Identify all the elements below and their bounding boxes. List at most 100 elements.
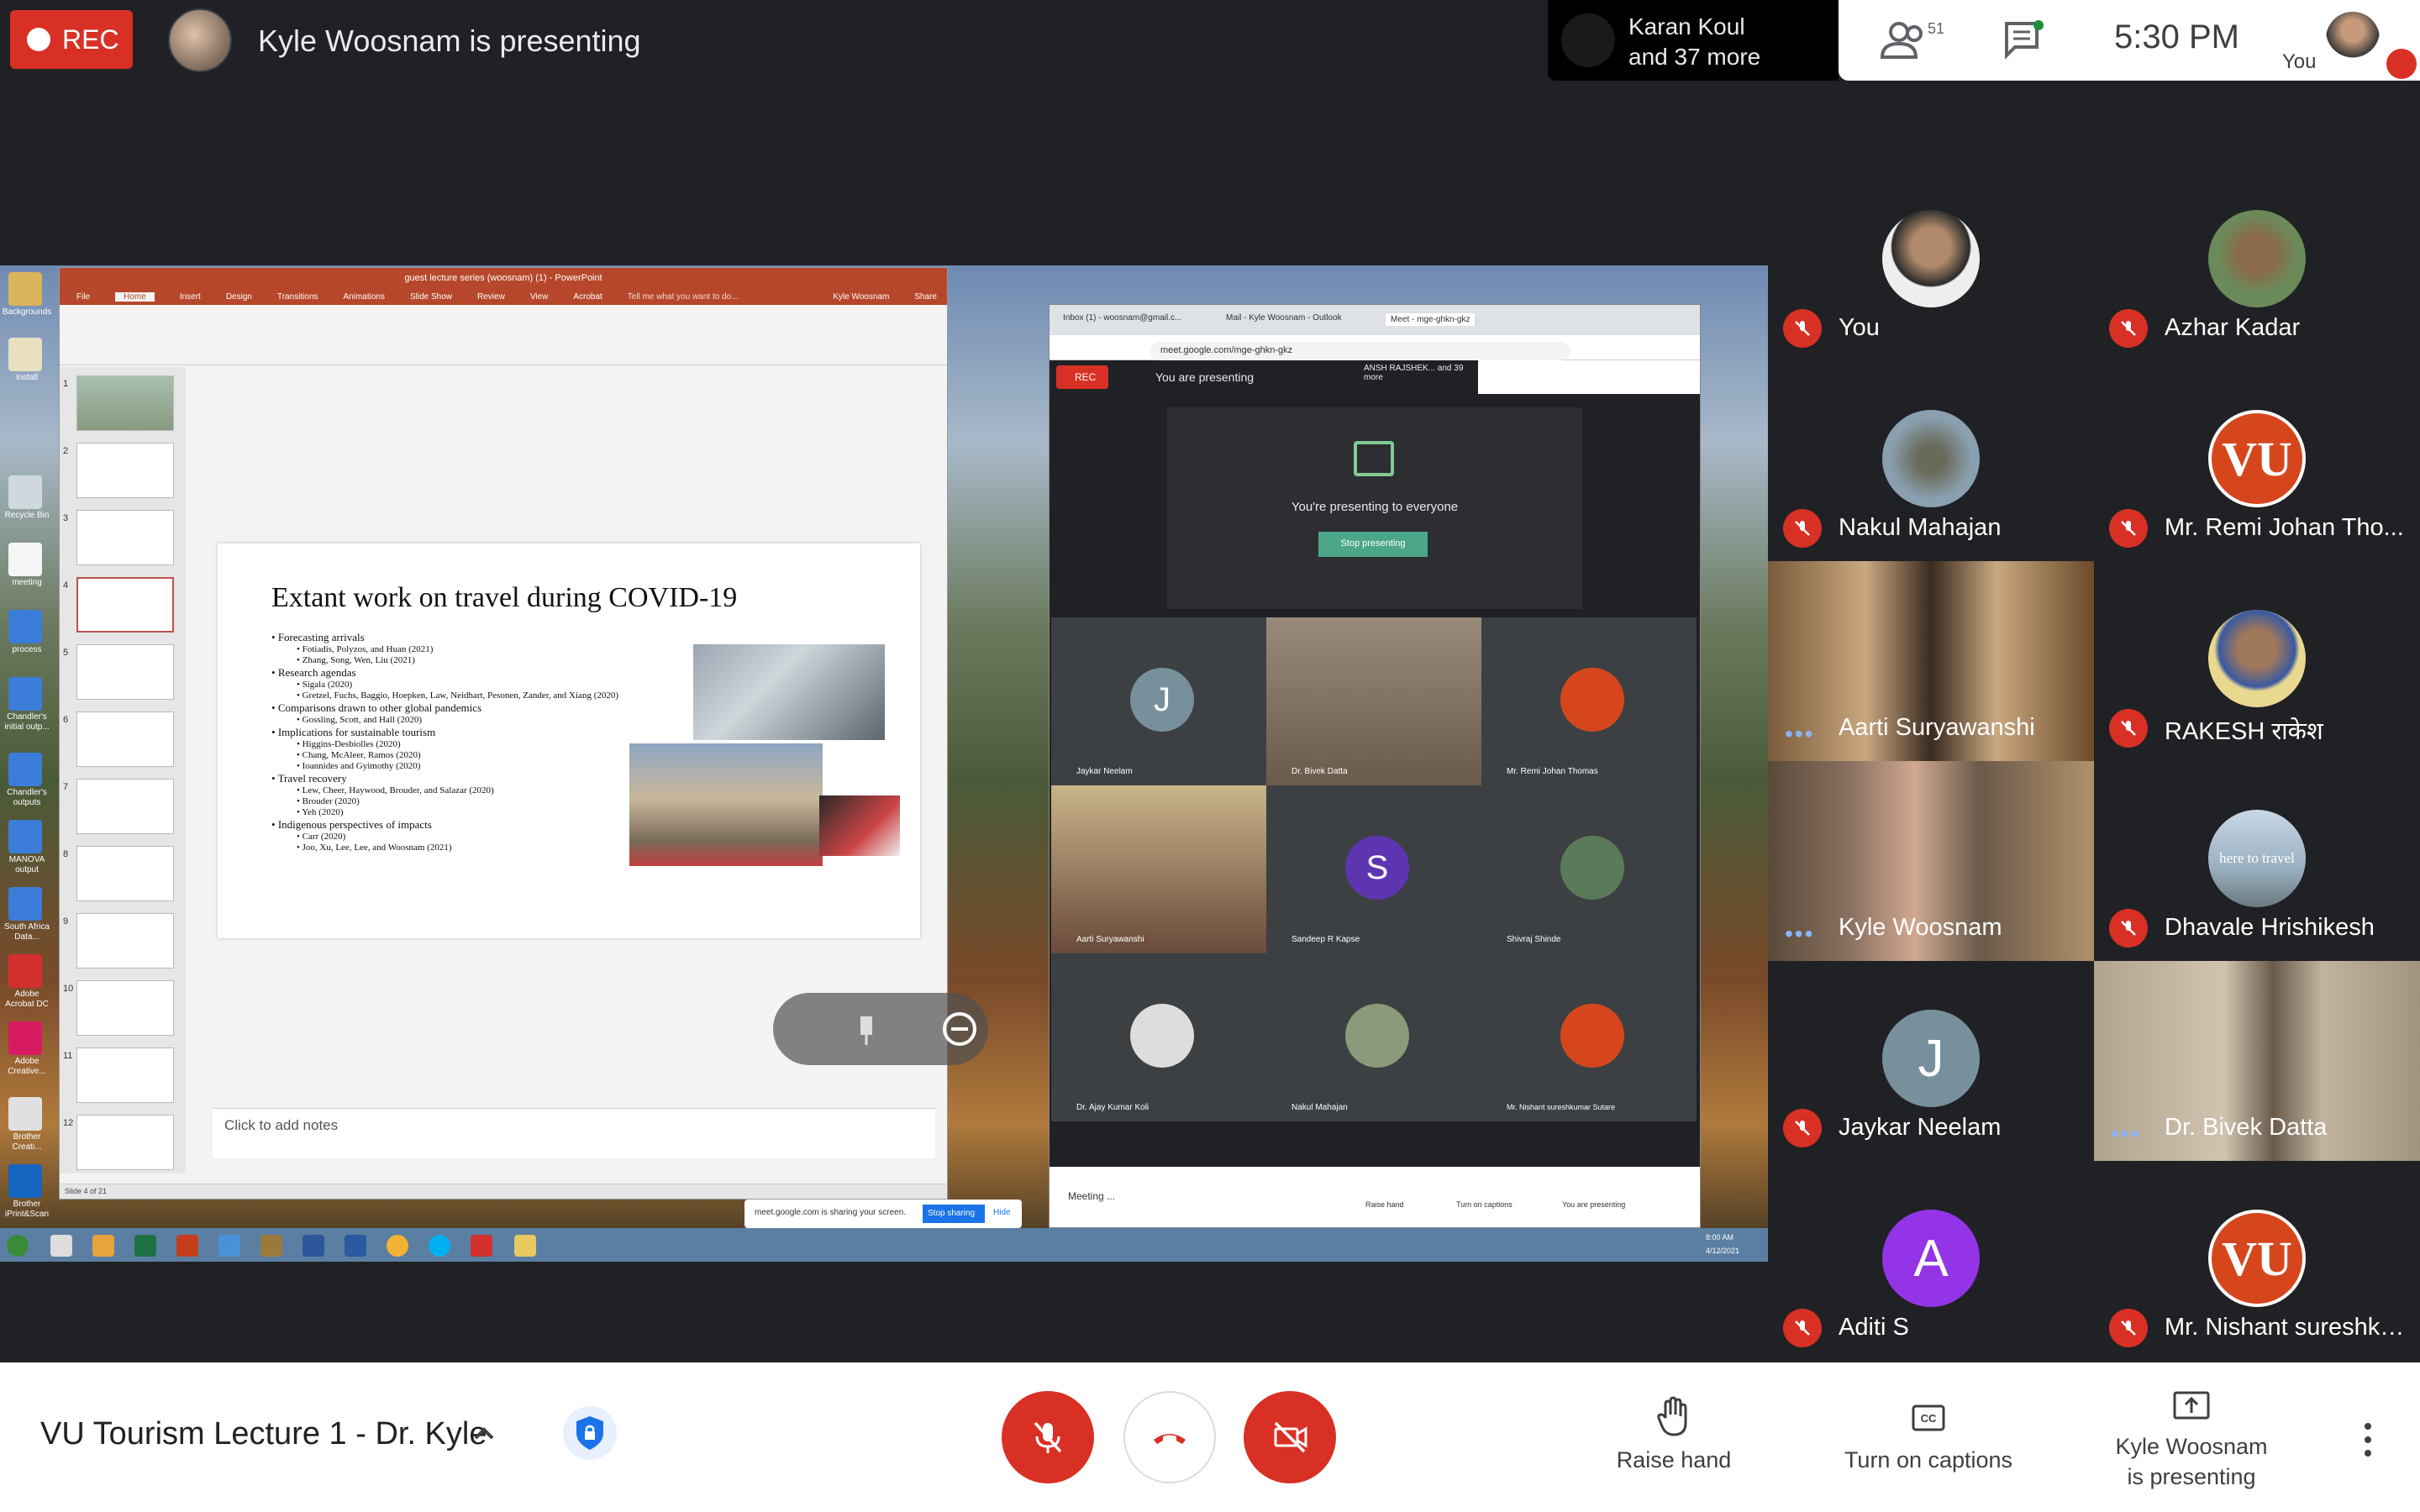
browser-tab[interactable]: Mail - Kyle Woosnam - Outlook — [1226, 313, 1342, 323]
participant-tile[interactable]: ••• Kyle Woosnam — [1768, 761, 2094, 961]
slide-thumbnail[interactable] — [76, 510, 174, 565]
scanner-icon[interactable] — [8, 1164, 42, 1198]
spss-icon[interactable] — [8, 820, 42, 853]
current-slide[interactable]: Extant work on travel during COVID-19 Fo… — [218, 543, 920, 938]
recycle-bin-icon[interactable] — [8, 475, 42, 509]
inner-meeting-details[interactable]: Meeting ... — [1068, 1190, 1115, 1202]
browser-tab[interactable]: Inbox (1) - woosnam@gmail.c... — [1063, 313, 1181, 323]
inner-tile-name: Shivraj Shinde — [1507, 935, 1561, 944]
pin-minimize-icon[interactable] — [773, 993, 988, 1065]
participant-tile[interactable]: Nakul Mahajan — [1768, 361, 2094, 561]
chat-icon[interactable] — [2003, 20, 2045, 60]
participant-tile[interactable]: ••• Dr. Bivek Datta — [2094, 961, 2420, 1161]
slide-thumbnail[interactable] — [76, 779, 174, 834]
shield-lock-icon[interactable] — [563, 1406, 617, 1460]
spss-icon[interactable] — [8, 753, 42, 786]
slide-thumbnail[interactable] — [76, 375, 174, 431]
more-options-icon[interactable] — [2360, 1420, 2376, 1460]
mic-toggle-button[interactable] — [1002, 1391, 1094, 1483]
word-icon[interactable] — [302, 1235, 324, 1257]
brother-icon[interactable] — [8, 1097, 42, 1131]
sub-bullet: Ioannides and Gyimothy (2020) — [271, 761, 692, 772]
taskbar-app-icon[interactable] — [50, 1235, 72, 1257]
powerpoint-icon[interactable] — [176, 1235, 198, 1257]
install-icon[interactable] — [8, 338, 42, 371]
document-icon[interactable] — [8, 543, 42, 576]
acrobat-icon[interactable] — [8, 954, 42, 988]
participant-tile[interactable]: RAKESH राकेश — [2094, 561, 2420, 761]
mic-off-icon — [2109, 709, 2148, 748]
inner-raise-hand[interactable]: Raise hand — [1365, 1200, 1404, 1209]
floating-presenter-controls[interactable] — [773, 993, 988, 1065]
inner-you-presenting[interactable]: You are presenting — [1562, 1200, 1625, 1209]
leave-call-button[interactable] — [1123, 1391, 1216, 1483]
slide-thumbnail[interactable] — [76, 1047, 174, 1103]
ppt-tab[interactable]: Insert — [180, 292, 201, 302]
sharing-text: meet.google.com is sharing your screen. — [755, 1208, 907, 1217]
raise-hand-button[interactable]: Raise hand — [1607, 1396, 1741, 1475]
taskbar-app-icon[interactable] — [260, 1235, 282, 1257]
ppt-tab[interactable]: Animations — [344, 292, 385, 302]
ppt-tab[interactable]: Slide Show — [410, 292, 452, 302]
slide-thumbnail[interactable] — [76, 913, 174, 969]
slide-thumbnail[interactable] — [76, 711, 174, 767]
participant-tile[interactable]: Azhar Kadar — [2094, 161, 2420, 361]
recording-badge: REC — [10, 10, 133, 69]
start-icon[interactable] — [7, 1235, 29, 1257]
notes-pane[interactable]: Click to add notes — [213, 1108, 935, 1158]
taskbar-app-icon[interactable] — [92, 1235, 114, 1257]
creative-cloud-icon[interactable] — [8, 1021, 42, 1055]
ppt-tab[interactable]: View — [530, 292, 549, 302]
slide-thumbnail[interactable] — [76, 1115, 174, 1170]
folder-icon[interactable] — [8, 272, 42, 306]
slide-thumbnail[interactable] — [76, 443, 174, 498]
hide-button[interactable]: Hide — [993, 1208, 1011, 1217]
ppt-tab-home[interactable]: Home — [115, 291, 155, 302]
inner-stop-presenting-button[interactable]: Stop presenting — [1318, 532, 1428, 557]
chrome-icon[interactable] — [387, 1235, 408, 1257]
spss-icon[interactable] — [8, 887, 42, 921]
participant-name: You — [1839, 314, 1880, 341]
camera-toggle-button[interactable] — [1244, 1391, 1336, 1483]
ppt-share-button[interactable]: Share — [914, 292, 937, 302]
participant-tile[interactable]: J Jaykar Neelam — [1768, 961, 2094, 1161]
meeting-title[interactable]: VU Tourism Lecture 1 - Dr. Kyle — [40, 1416, 487, 1452]
ppt-tab[interactable]: File — [76, 292, 90, 302]
participant-tile[interactable]: here to travel Dhavale Hrishikesh — [2094, 761, 2420, 961]
people-icon[interactable]: 51 — [1877, 18, 1953, 62]
present-now-button[interactable]: Kyle Woosnam is presenting — [2107, 1388, 2275, 1492]
stop-presenting-label: Stop presenting — [1340, 538, 1406, 549]
ppt-tab[interactable]: Design — [226, 292, 252, 302]
taskbar-app-icon[interactable] — [345, 1235, 366, 1257]
url-field[interactable]: meet.google.com/mge-ghkn-gkz — [1150, 342, 1570, 360]
taskbar-app-icon[interactable] — [218, 1235, 240, 1257]
stop-sharing-button[interactable]: Stop sharing — [923, 1205, 985, 1223]
other-participants-box[interactable]: Karan Koul and 37 more — [1548, 0, 1839, 81]
sub-bullet: Yeh (2020) — [271, 807, 692, 818]
ppt-tell-me[interactable]: Tell me what you want to do... — [628, 292, 739, 302]
ppt-tab[interactable]: Transitions — [277, 292, 318, 302]
participant-tile[interactable]: VU Mr. Remi Johan Tho... — [2094, 361, 2420, 561]
hang-up-icon — [1154, 1434, 1186, 1444]
excel-icon[interactable] — [134, 1235, 156, 1257]
slide-thumbnail[interactable] — [76, 980, 174, 1036]
participant-tile-speaking[interactable]: ••• Aarti Suryawanshi — [1768, 561, 2094, 761]
participant-tile[interactable]: A Aditi S — [1768, 1161, 2094, 1361]
slide-thumbnail-selected[interactable] — [76, 577, 174, 633]
file-explorer-icon[interactable] — [514, 1235, 536, 1257]
browser-tab-active[interactable]: Meet - mge-ghkn-gkz — [1386, 313, 1476, 326]
mic-off-icon — [1783, 509, 1822, 548]
slide-thumbnail[interactable] — [76, 644, 174, 700]
ppt-tab[interactable]: Review — [477, 292, 505, 302]
slide-thumbnail[interactable] — [76, 846, 174, 901]
acrobat-icon[interactable] — [471, 1235, 492, 1257]
ppt-tab[interactable]: Acrobat — [573, 292, 602, 302]
participant-tile[interactable]: VU Mr. Nishant sureshku... — [2094, 1161, 2420, 1361]
skype-icon[interactable] — [429, 1235, 450, 1257]
inner-captions[interactable]: Turn on captions — [1456, 1200, 1512, 1209]
participant-tile[interactable]: You — [1768, 161, 2094, 361]
spss-icon[interactable] — [8, 677, 42, 711]
spss-icon[interactable] — [8, 610, 42, 643]
captions-button[interactable]: CC Turn on captions — [1832, 1396, 2025, 1475]
chevron-up-icon[interactable] — [469, 1418, 499, 1448]
